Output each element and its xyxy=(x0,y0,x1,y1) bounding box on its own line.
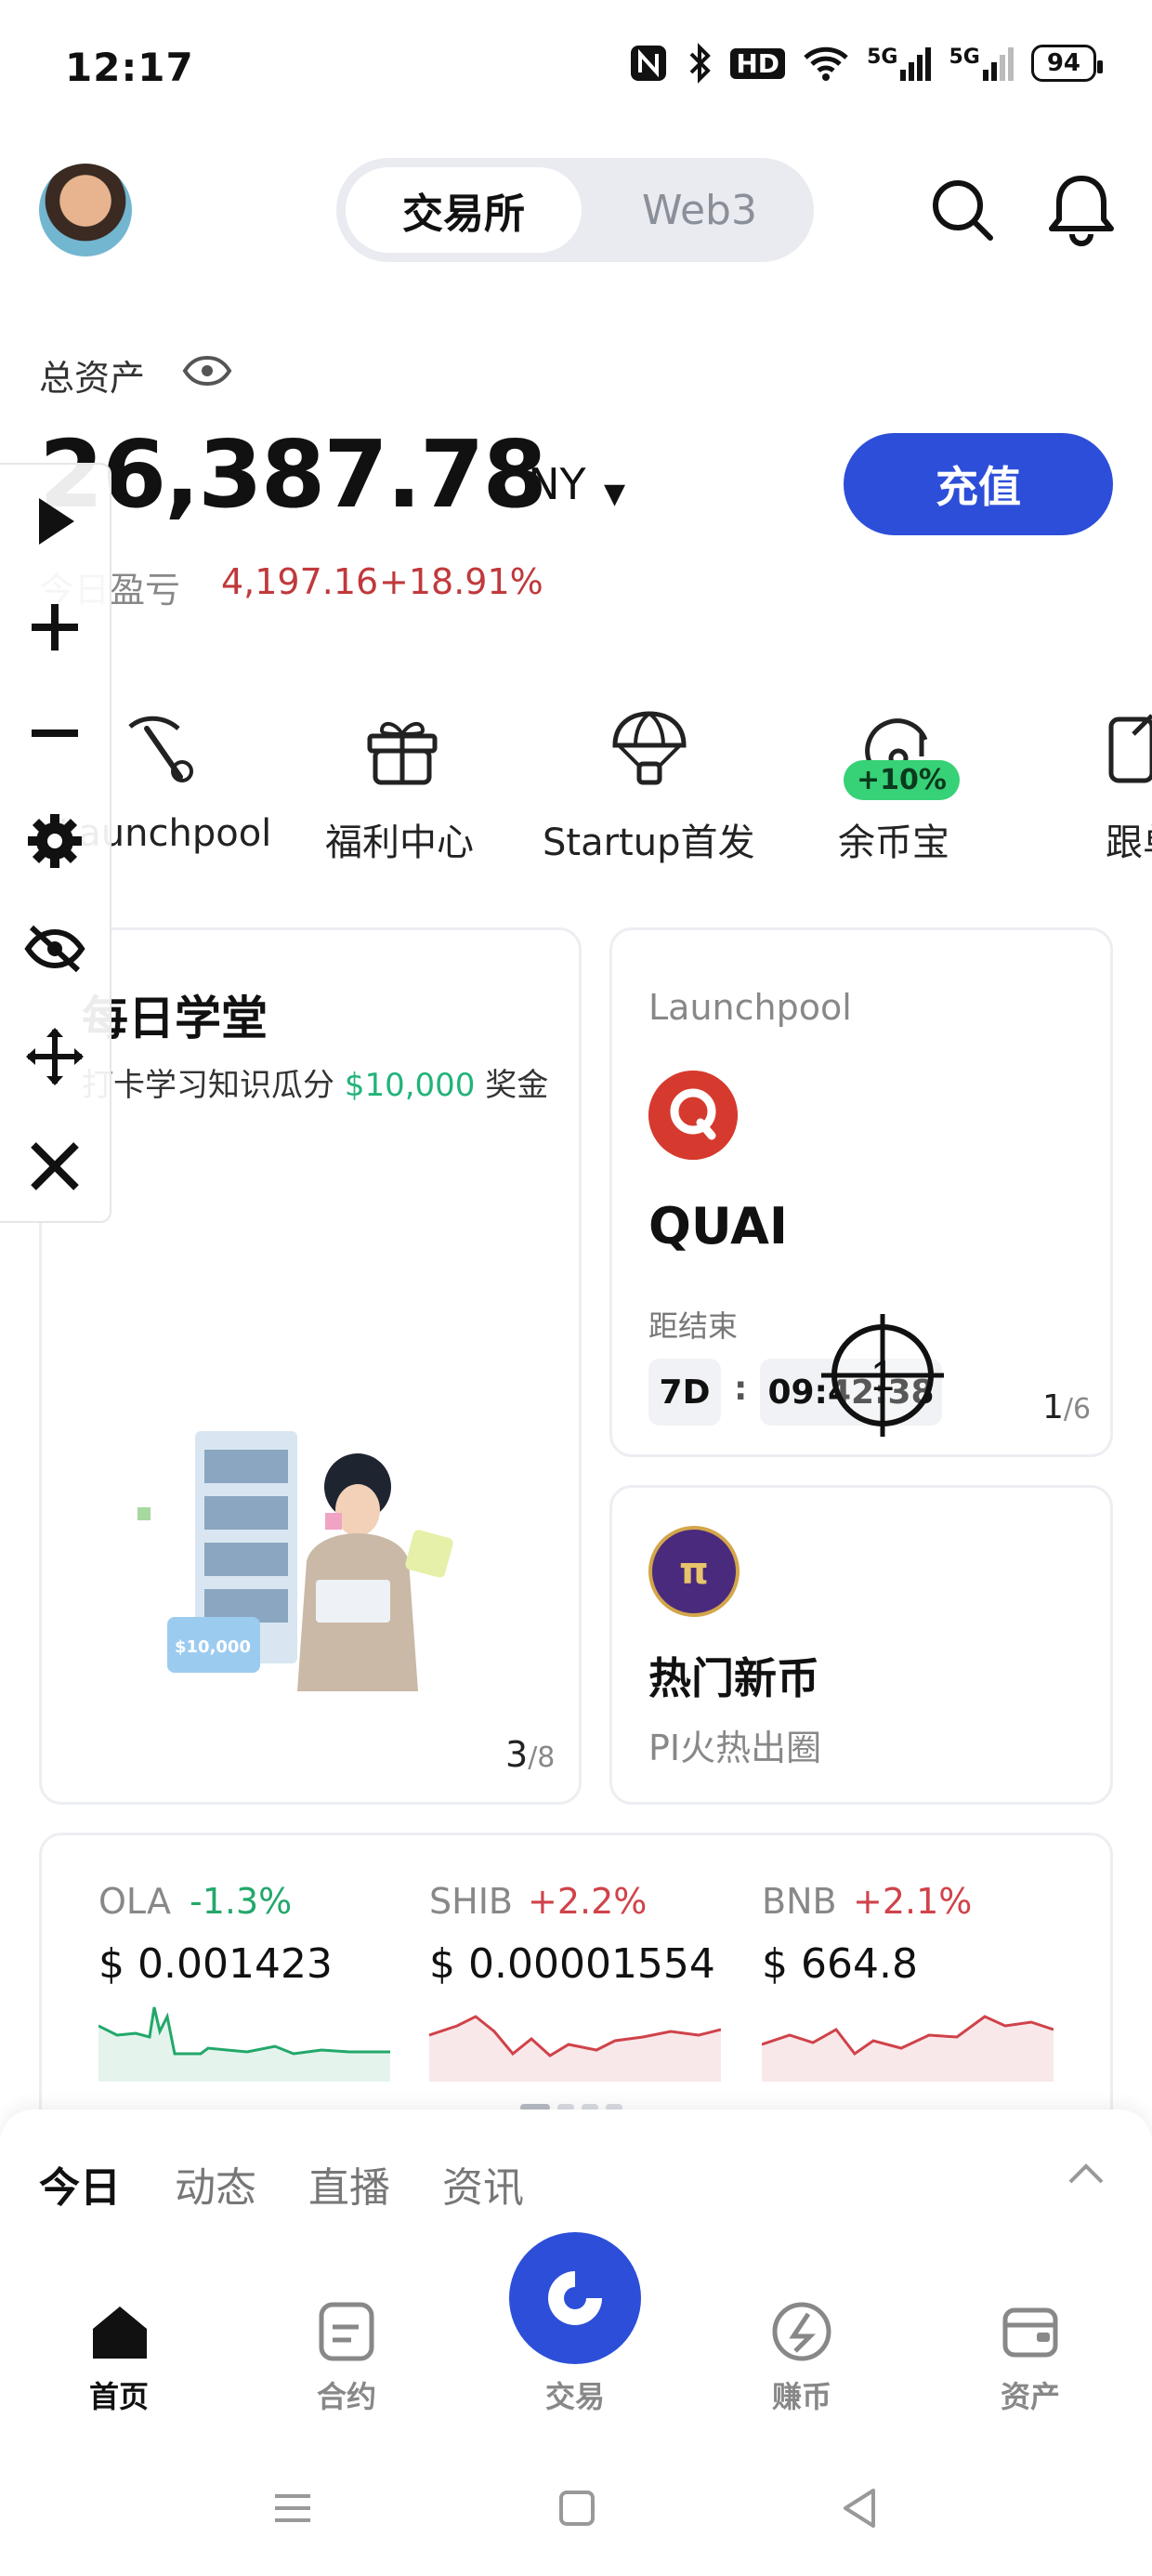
network-label-1: 5G xyxy=(867,46,898,69)
lp-page-current: 1 xyxy=(1042,1388,1064,1426)
bnb-sparkline xyxy=(762,2015,1054,2082)
pickaxe-icon[interactable] xyxy=(115,706,199,790)
feed-tab-bar xyxy=(0,2109,1152,2249)
quick-copy-trade[interactable]: 跟单 xyxy=(1106,812,1152,866)
wallet-icon[interactable] xyxy=(998,2299,1063,2364)
play-icon[interactable] xyxy=(24,491,85,552)
back-icon[interactable] xyxy=(836,2485,883,2531)
trade-icon xyxy=(548,2271,602,2325)
segment-web3[interactable]: Web3 xyxy=(595,167,805,253)
nav-contract[interactable]: 合约 xyxy=(281,2373,412,2416)
ticker-change: +2.2% xyxy=(528,1881,648,1922)
pnl-percent: +18.91% xyxy=(379,561,543,602)
ticker-symbol: SHIB xyxy=(429,1881,513,1922)
trade-button[interactable] xyxy=(509,2232,641,2364)
eye-icon[interactable] xyxy=(182,355,232,387)
recents-icon[interactable] xyxy=(269,2485,316,2531)
status-icons: HD 5G 5G 94 xyxy=(628,43,1104,84)
ticker-price: $ 0.00001554 xyxy=(429,1940,715,1988)
signal-5g-1-icon: 5G xyxy=(867,46,932,81)
daily-page-current: 3 xyxy=(505,1734,529,1775)
close-icon[interactable] xyxy=(24,1136,85,1197)
lp-page-total: /6 xyxy=(1063,1393,1092,1426)
quick-savings[interactable]: 余币宝 xyxy=(838,812,949,866)
nav-assets[interactable]: 资产 xyxy=(965,2373,1095,2416)
reading-girl-illustration xyxy=(137,1431,453,1691)
tab-live[interactable]: 直播 xyxy=(308,2154,390,2214)
ticker-change: -1.3% xyxy=(190,1881,293,1922)
nfc-icon xyxy=(631,46,667,81)
settings-icon[interactable] xyxy=(24,810,85,872)
home-button-icon[interactable] xyxy=(554,2485,600,2531)
signal-5g-2-icon: 5G xyxy=(949,46,1014,81)
chevron-up-icon[interactable] xyxy=(1065,2152,1107,2195)
currency-select[interactable]: CNY xyxy=(498,459,586,509)
hot-coin-title: 热门新币 xyxy=(648,1653,819,1703)
launchpool-pager: 1/6 xyxy=(1042,1388,1091,1426)
countdown-separator: : xyxy=(734,1370,748,1408)
tab-activity[interactable]: 动态 xyxy=(175,2154,256,2214)
tab-today[interactable]: 今日 xyxy=(39,2154,121,2214)
pnl-value: 4,197.16 xyxy=(221,561,379,602)
bell-icon[interactable] xyxy=(1046,173,1117,247)
hot-coin-subtitle: PI火热出圈 xyxy=(648,1728,822,1768)
nav-trade[interactable]: 交易 xyxy=(510,2373,640,2416)
ticker-symbol: OLA xyxy=(98,1881,171,1922)
status-time: 12:17 xyxy=(65,45,194,90)
total-assets-value: 26,387.78 xyxy=(39,420,547,529)
daily-academy-subtitle: 打卡学习知识瓜分 $10,000 奖金 xyxy=(82,1059,548,1105)
ola-sparkline xyxy=(98,2006,390,2082)
pi-logo-icon: π xyxy=(648,1526,740,1617)
bluetooth-icon xyxy=(689,43,712,84)
daily-sub-suffix: 奖金 xyxy=(485,1067,549,1104)
contract-icon[interactable] xyxy=(314,2299,379,2364)
move-icon[interactable] xyxy=(24,1026,85,1087)
shib-sparkline xyxy=(429,2015,721,2082)
plus-icon[interactable] xyxy=(24,597,85,658)
daily-page-total: /8 xyxy=(528,1741,556,1774)
crosshair-target-icon[interactable]: 1 xyxy=(818,1310,948,1440)
launchpool-coin: QUAI xyxy=(648,1197,788,1255)
hide-icon[interactable] xyxy=(24,918,85,979)
search-icon[interactable] xyxy=(929,177,996,243)
copy-trade-icon[interactable] xyxy=(1106,706,1152,790)
avatar[interactable] xyxy=(39,164,132,256)
deposit-button[interactable]: 充值 xyxy=(844,433,1113,535)
launchpool-ends-label: 距结束 xyxy=(648,1308,739,1344)
gift-icon[interactable] xyxy=(360,706,444,790)
wifi-icon xyxy=(804,46,848,81)
countdown-days: 7D xyxy=(648,1359,721,1426)
caret-down-icon[interactable]: ▼ xyxy=(604,478,625,510)
hd-icon: HD xyxy=(730,47,786,79)
network-label-2: 5G xyxy=(949,46,980,69)
quick-welfare[interactable]: 福利中心 xyxy=(325,812,474,866)
savings-badge: +10% xyxy=(844,760,960,800)
ticker-price: $ 664.8 xyxy=(762,1940,918,1988)
ticker-price: $ 0.001423 xyxy=(98,1940,333,1988)
illustration-badge: $10,000 xyxy=(175,1637,251,1657)
nav-home[interactable]: 首页 xyxy=(54,2373,184,2416)
ticker-change: +2.1% xyxy=(853,1881,973,1922)
parachute-icon[interactable] xyxy=(608,706,691,790)
segment-exchange[interactable]: 交易所 xyxy=(346,167,582,253)
svg-text:1: 1 xyxy=(871,1351,895,1400)
home-icon[interactable] xyxy=(87,2299,152,2364)
quai-logo-icon xyxy=(648,1071,738,1160)
nav-earn[interactable]: 赚币 xyxy=(737,2373,867,2416)
daily-sub-prefix: 打卡学习知识瓜分 xyxy=(82,1067,334,1104)
quick-startup[interactable]: Startup首发 xyxy=(543,812,754,866)
tab-news[interactable]: 资讯 xyxy=(442,2154,524,2214)
daily-academy-pager: 3/8 xyxy=(505,1734,555,1775)
earn-icon[interactable] xyxy=(769,2299,834,2364)
battery-indicator: 94 xyxy=(1030,45,1104,82)
minus-icon[interactable] xyxy=(24,703,85,764)
total-assets-label: 总资产 xyxy=(39,358,146,399)
daily-sub-amount: $10,000 xyxy=(344,1067,476,1104)
ticker-symbol: BNB xyxy=(762,1881,837,1922)
launchpool-tag: Launchpool xyxy=(648,987,852,1028)
